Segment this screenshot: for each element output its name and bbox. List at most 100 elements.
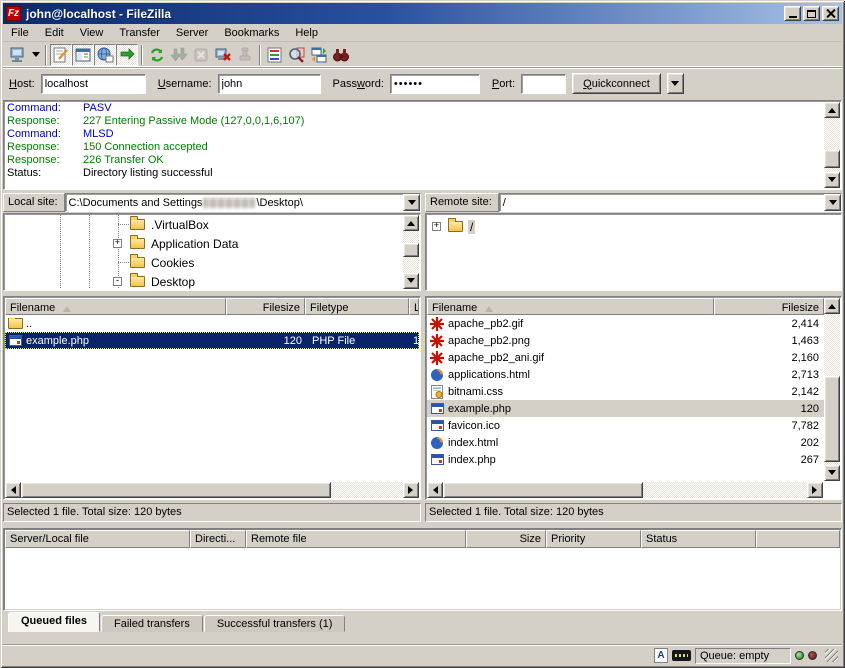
scrollbar-thumb[interactable] <box>824 150 840 168</box>
log-vertical-scrollbar[interactable] <box>824 102 840 188</box>
username-input[interactable] <box>218 74 321 94</box>
list-item-example-php[interactable]: example.php 120 PHP File 1 <box>5 332 419 349</box>
tab-successful-transfers[interactable]: Successful transfers (1) <box>204 615 346 632</box>
tree-item-cookies[interactable]: Cookies <box>4 253 402 272</box>
toggle-message-log-button[interactable] <box>50 44 72 66</box>
column-header-remote-file[interactable]: Remote file <box>246 530 466 548</box>
queue-body[interactable] <box>5 548 840 609</box>
scroll-left-button[interactable] <box>5 482 21 498</box>
cancel-operation-button[interactable] <box>190 44 212 66</box>
menu-edit[interactable]: Edit <box>37 25 72 41</box>
list-item-index-php[interactable]: index.php 267 <box>427 451 825 468</box>
scroll-right-button[interactable] <box>403 482 419 498</box>
scroll-down-button[interactable] <box>824 172 840 188</box>
list-item-bitnami-css[interactable]: bitnami.css 2,142 <box>427 383 825 400</box>
scrollbar-thumb[interactable] <box>403 243 419 257</box>
list-item-applications-html[interactable]: applications.html 2,713 <box>427 366 825 383</box>
column-header-size[interactable]: Size <box>466 530 546 548</box>
maximize-button[interactable] <box>803 6 820 21</box>
data-type-indicator-icon[interactable]: A <box>654 648 668 663</box>
close-button[interactable] <box>822 6 839 21</box>
title-bar[interactable]: Fz john@localhost - FileZilla <box>3 3 842 24</box>
site-manager-dropdown-button[interactable] <box>29 44 42 66</box>
local-file-list[interactable]: Filename Filesize Filetype L .. example.… <box>3 296 421 500</box>
scroll-up-button[interactable] <box>824 102 840 118</box>
tree-item-root[interactable]: + / <box>426 217 841 236</box>
tree-item-application-data[interactable]: + Application Data <box>4 234 402 253</box>
column-header-priority[interactable]: Priority <box>546 530 641 548</box>
host-input[interactable] <box>41 74 146 94</box>
local-site-combobox[interactable]: C:\Documents and Settings\Desktop\ <box>65 193 421 212</box>
synchronized-browsing-button[interactable] <box>308 44 330 66</box>
list-item-index-html[interactable]: index.html 202 <box>427 434 825 451</box>
process-queue-button[interactable] <box>168 44 190 66</box>
menu-help[interactable]: Help <box>287 25 326 41</box>
find-files-button[interactable] <box>330 44 352 66</box>
remote-file-list[interactable]: Filename Filesize apache_pb2.gif 2,414 a… <box>425 296 842 500</box>
list-item-parent-directory[interactable]: .. <box>5 315 419 332</box>
site-manager-button[interactable] <box>7 44 29 66</box>
scroll-right-button[interactable] <box>807 482 823 498</box>
column-header-filesize[interactable]: Filesize <box>714 298 824 315</box>
scrollbar-thumb[interactable] <box>21 482 331 498</box>
menu-transfer[interactable]: Transfer <box>111 25 168 41</box>
local-directory-tree[interactable]: .VirtualBox + Application Data Cookies -… <box>3 213 421 291</box>
tree-item-desktop[interactable]: - Desktop <box>4 272 402 291</box>
collapse-icon[interactable]: - <box>113 277 122 286</box>
scroll-up-button[interactable] <box>403 215 419 231</box>
tab-queued-files[interactable]: Queued files <box>8 612 100 632</box>
minimize-button[interactable] <box>784 6 801 21</box>
directory-listing-filters-button[interactable] <box>264 44 286 66</box>
disconnect-button[interactable] <box>212 44 234 66</box>
menu-view[interactable]: View <box>72 25 112 41</box>
expand-icon[interactable]: + <box>432 222 441 231</box>
list-item-example-php[interactable]: example.php 120 <box>427 400 825 417</box>
column-header-last-modified[interactable]: L <box>409 298 419 315</box>
list-item-apache-pb2-gif[interactable]: apache_pb2.gif 2,414 <box>427 315 825 332</box>
remote-directory-tree[interactable]: + / <box>425 213 842 291</box>
local-tree-vertical-scrollbar[interactable] <box>403 215 419 289</box>
password-input[interactable] <box>390 74 480 94</box>
quickconnect-button[interactable]: Quickconnect <box>572 73 661 94</box>
column-header-filename[interactable]: Filename <box>5 298 226 315</box>
list-item-apache-pb2-ani-gif[interactable]: apache_pb2_ani.gif 2,160 <box>427 349 825 366</box>
column-header-status[interactable]: Status <box>641 530 756 548</box>
list-item-apache-pb2-png[interactable]: apache_pb2.png 1,463 <box>427 332 825 349</box>
remote-list-horizontal-scrollbar[interactable] <box>427 482 823 498</box>
remote-site-dropdown-button[interactable] <box>824 194 841 211</box>
menu-server[interactable]: Server <box>168 25 216 41</box>
column-header-filename[interactable]: Filename <box>427 298 714 315</box>
quickconnect-dropdown-button[interactable] <box>667 73 684 94</box>
scroll-down-button[interactable] <box>824 465 840 481</box>
scroll-down-button[interactable] <box>403 273 419 289</box>
refresh-button[interactable] <box>146 44 168 66</box>
port-input[interactable] <box>521 74 566 94</box>
local-site-dropdown-button[interactable] <box>403 194 420 211</box>
resize-grip[interactable] <box>825 649 838 662</box>
scroll-left-button[interactable] <box>427 482 443 498</box>
column-header-direction[interactable]: Directi... <box>190 530 246 548</box>
transfer-queue[interactable]: Server/Local file Directi... Remote file… <box>3 528 842 611</box>
menu-bookmarks[interactable]: Bookmarks <box>216 25 287 41</box>
list-item-favicon-ico[interactable]: favicon.ico 7,782 <box>427 417 825 434</box>
toggle-local-tree-button[interactable] <box>72 44 94 66</box>
expand-icon[interactable]: + <box>113 239 122 248</box>
remote-list-vertical-scrollbar[interactable] <box>824 298 840 481</box>
scroll-up-button[interactable] <box>824 298 840 314</box>
menu-file[interactable]: File <box>3 25 37 41</box>
scrollbar-thumb[interactable] <box>443 482 643 498</box>
tree-item-virtualbox[interactable]: .VirtualBox <box>4 215 402 234</box>
speed-limit-indicator-icon[interactable] <box>672 650 691 661</box>
tab-failed-transfers[interactable]: Failed transfers <box>101 615 203 632</box>
reconnect-button[interactable] <box>234 44 256 66</box>
remote-site-combobox[interactable]: / <box>499 193 842 212</box>
column-header-filetype[interactable]: Filetype <box>305 298 409 315</box>
column-header-server-local-file[interactable]: Server/Local file <box>5 530 190 548</box>
column-header-filesize[interactable]: Filesize <box>226 298 305 315</box>
toggle-remote-tree-button[interactable] <box>94 44 116 66</box>
directory-comparison-button[interactable] <box>286 44 308 66</box>
toggle-transfer-queue-button[interactable] <box>116 44 138 66</box>
local-list-horizontal-scrollbar[interactable] <box>5 482 419 498</box>
scrollbar-thumb[interactable] <box>824 376 840 462</box>
message-log[interactable]: Command:PASV Response:227 Entering Passi… <box>3 100 842 190</box>
